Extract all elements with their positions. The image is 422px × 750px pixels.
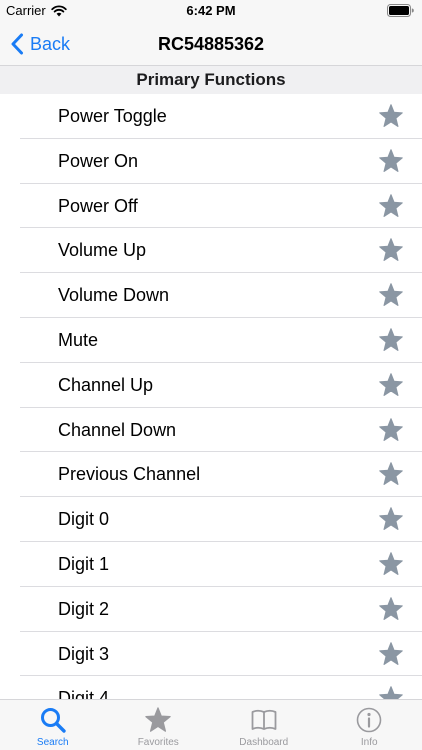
star-icon[interactable] bbox=[378, 461, 404, 487]
list-item[interactable]: Volume Up bbox=[20, 228, 422, 274]
function-label: Digit 1 bbox=[58, 553, 110, 574]
star-icon[interactable] bbox=[378, 641, 404, 667]
function-label: Digit 3 bbox=[58, 643, 110, 664]
list-item[interactable]: Channel Down bbox=[20, 408, 422, 453]
back-label: Back bbox=[30, 33, 71, 54]
tab-dashboard[interactable]: Dashboard bbox=[211, 700, 317, 750]
search-icon bbox=[40, 708, 66, 733]
function-label: Previous Channel bbox=[58, 464, 201, 485]
list-item[interactable]: Mute bbox=[20, 318, 422, 363]
tab-favorites[interactable]: Favorites bbox=[106, 700, 212, 750]
function-label: Channel Up bbox=[58, 374, 154, 395]
tab-label: Dashboard bbox=[239, 737, 289, 748]
function-label: Channel Down bbox=[58, 419, 177, 440]
list-item[interactable]: Power Toggle bbox=[20, 94, 422, 139]
star-icon[interactable] bbox=[378, 596, 404, 622]
star-icon[interactable] bbox=[378, 103, 404, 129]
tab-label: Info bbox=[360, 737, 378, 748]
function-label: Mute bbox=[58, 329, 99, 350]
list-item[interactable]: Power Off bbox=[20, 184, 422, 229]
page-title: RC54885362 bbox=[157, 34, 265, 54]
star-icon[interactable] bbox=[378, 327, 404, 353]
list-item[interactable]: Digit 2 bbox=[20, 587, 422, 632]
star-icon[interactable] bbox=[378, 372, 404, 398]
star-icon bbox=[145, 707, 171, 732]
list-item[interactable]: Volume Down bbox=[20, 273, 422, 318]
star-icon[interactable] bbox=[378, 506, 404, 532]
function-label: Power On bbox=[58, 150, 139, 171]
tab-search[interactable]: Search bbox=[0, 700, 106, 750]
chevron-left-icon bbox=[11, 33, 23, 55]
star-icon[interactable] bbox=[378, 282, 404, 308]
section-header: Primary Functions bbox=[0, 66, 422, 94]
list-item[interactable]: Previous Channel bbox=[20, 452, 422, 498]
star-icon[interactable] bbox=[378, 148, 404, 174]
book-icon bbox=[251, 709, 277, 730]
nav-bar: Back RC54885362 bbox=[0, 22, 422, 66]
function-label: Power Toggle bbox=[58, 106, 167, 126]
status-bar: Carrier 6:42 PM bbox=[0, 0, 422, 22]
function-label: Volume Up bbox=[58, 240, 147, 261]
info-icon bbox=[356, 707, 382, 733]
function-label: Digit 2 bbox=[58, 598, 110, 619]
tab-info[interactable]: Info bbox=[317, 700, 422, 750]
star-icon[interactable] bbox=[378, 237, 404, 263]
function-label: Digit 4 bbox=[58, 688, 110, 699]
function-label: Digit 0 bbox=[58, 509, 110, 530]
battery-icon bbox=[387, 4, 414, 17]
function-label: Power Off bbox=[58, 195, 138, 216]
star-icon[interactable] bbox=[378, 417, 404, 443]
list-item[interactable]: Digit 4 bbox=[20, 676, 422, 699]
back-button[interactable]: Back bbox=[10, 22, 70, 66]
star-icon[interactable] bbox=[378, 685, 404, 699]
tab-label: Search bbox=[36, 737, 69, 748]
list-item[interactable]: Channel Up bbox=[20, 363, 422, 408]
list-item[interactable]: Digit 3 bbox=[20, 632, 422, 677]
function-label: Volume Down bbox=[58, 285, 170, 306]
status-time: 6:42 PM bbox=[186, 3, 236, 18]
star-icon[interactable] bbox=[378, 551, 404, 577]
status-right bbox=[387, 4, 414, 17]
function-list[interactable]: Power Toggle Power On Power Off Volume Up Vo… bbox=[0, 94, 422, 699]
star-icon[interactable] bbox=[378, 193, 404, 219]
list-item[interactable]: Digit 0 bbox=[20, 497, 422, 542]
tab-label: Favorites bbox=[137, 737, 179, 748]
tab-bar: Search Favorites Dashboard Info bbox=[0, 699, 422, 750]
list-item[interactable]: Digit 1 bbox=[20, 542, 422, 587]
list-item[interactable]: Power On bbox=[20, 139, 422, 184]
